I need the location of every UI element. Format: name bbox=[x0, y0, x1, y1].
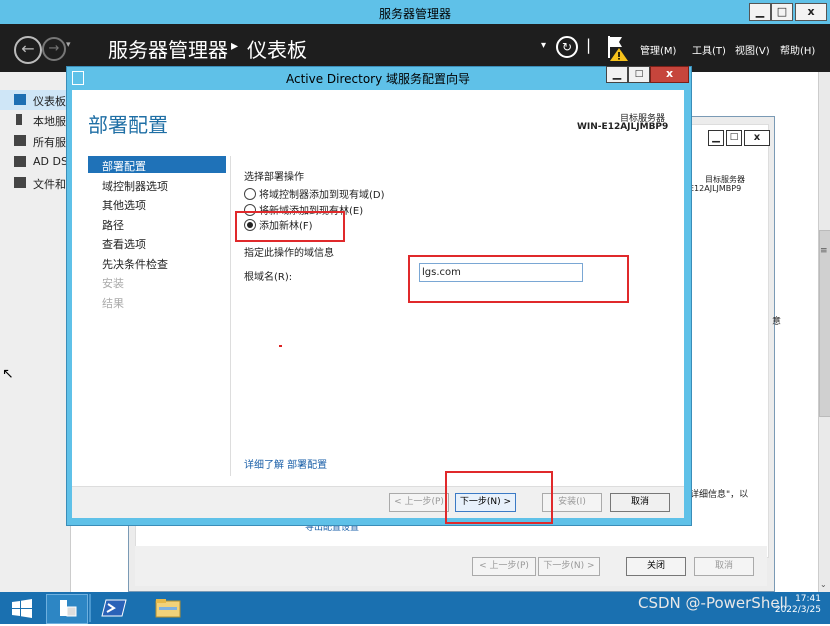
server-icon bbox=[16, 114, 22, 125]
menu-manage[interactable]: 管理(M) bbox=[640, 42, 676, 57]
cancel-button[interactable]: 取消 bbox=[610, 493, 670, 512]
taskbar-divider bbox=[89, 594, 91, 622]
tray-clock[interactable]: 17:41 2022/3/25 bbox=[761, 594, 821, 616]
sidebar-item-local-server[interactable]: 本地服务器 bbox=[0, 110, 88, 130]
bg-close-button[interactable]: x bbox=[744, 130, 770, 146]
mouse-cursor-icon: ↖ bbox=[2, 366, 14, 382]
bg-target-server-name: E12AJLJMBP9 bbox=[689, 184, 742, 193]
more-info-link[interactable]: 详细了解 部署配置 bbox=[244, 456, 327, 471]
bg-detail-text: 详细信息"，以 bbox=[690, 490, 749, 500]
step-deployment-config[interactable]: 部署配置 bbox=[102, 158, 146, 174]
breadcrumb-root: 服务器管理器 bbox=[108, 38, 228, 62]
server-manager-title: 服务器管理器 bbox=[378, 7, 451, 21]
highlight-box-root-domain bbox=[408, 255, 629, 303]
menu-help[interactable]: 帮助(H) bbox=[780, 42, 815, 57]
header-divider: | bbox=[586, 36, 592, 54]
radio-label[interactable]: 将域控制器添加到现有域(D) bbox=[259, 186, 385, 201]
notification-flag-icon[interactable] bbox=[604, 34, 630, 62]
bg-partial-text: 意 bbox=[772, 317, 782, 327]
file-storage-icon bbox=[14, 177, 26, 188]
step-paths[interactable]: 路径 bbox=[102, 217, 124, 233]
ad-ds-icon bbox=[14, 156, 26, 167]
highlight-box-next-button bbox=[445, 471, 553, 524]
clock-time: 17:41 bbox=[795, 594, 821, 604]
wizard-body bbox=[72, 90, 684, 517]
folder-icon bbox=[155, 599, 181, 618]
minimize-button[interactable]: ▁ bbox=[749, 3, 771, 21]
sidebar-item-label: 仪表板 bbox=[33, 95, 66, 108]
scrollbar-grip-icon: ≡ bbox=[820, 246, 828, 256]
prev-button[interactable]: < 上一步(P) bbox=[389, 493, 449, 512]
powershell-icon bbox=[101, 599, 127, 617]
refresh-dropdown-icon[interactable]: ▾ bbox=[541, 40, 546, 51]
root-domain-label: 根域名(R): bbox=[244, 272, 293, 283]
wizard-maximize-button[interactable]: □ bbox=[628, 66, 650, 83]
domain-info-label: 指定此操作的域信息 bbox=[244, 248, 334, 259]
forward-arrow-icon[interactable]: → bbox=[42, 37, 66, 61]
sidebar-item-file-storage[interactable]: 文件和存储服务 bbox=[0, 173, 110, 193]
dashboard-icon bbox=[14, 94, 26, 105]
bg-maximize-button[interactable]: □ bbox=[726, 130, 742, 146]
back-arrow-icon[interactable]: ← bbox=[14, 36, 42, 64]
step-installation: 安装 bbox=[102, 277, 124, 290]
bg-prev-button[interactable]: < 上一步(P) bbox=[472, 557, 536, 576]
clock-date: 2022/3/25 bbox=[774, 605, 821, 615]
target-server-name: WIN-E12AJLJMBP9 bbox=[577, 122, 669, 132]
wizard-close-button[interactable]: x bbox=[650, 66, 689, 83]
select-operation-label: 选择部署操作 bbox=[244, 172, 304, 183]
step-review-options[interactable]: 查看选项 bbox=[102, 236, 146, 252]
wizard-minimize-button[interactable]: ▁ bbox=[606, 66, 628, 83]
sidebar-item-dashboard[interactable]: 仪表板 bbox=[0, 90, 70, 110]
maximize-button[interactable]: □ bbox=[771, 3, 793, 21]
step-prerequisites[interactable]: 先决条件检查 bbox=[102, 256, 168, 272]
bg-minimize-button[interactable]: ▁ bbox=[708, 130, 724, 146]
sidebar-item-ad-ds[interactable]: AD DS bbox=[0, 152, 70, 172]
nav-history-dropdown-icon[interactable]: ▾ bbox=[66, 40, 71, 50]
scroll-down-icon[interactable]: ⌄ bbox=[820, 580, 827, 589]
step-divider bbox=[230, 156, 231, 476]
sidebar-item-all-servers[interactable]: 所有服务器 bbox=[0, 131, 88, 151]
highlight-box-new-forest bbox=[235, 211, 345, 242]
server-manager-icon bbox=[60, 600, 77, 617]
step-results: 结果 bbox=[102, 297, 124, 310]
stray-mark bbox=[279, 345, 282, 347]
bg-close-dialog-button[interactable]: 关闭 bbox=[626, 557, 686, 576]
scrollbar-thumb[interactable] bbox=[819, 230, 830, 417]
menu-tools[interactable]: 工具(T) bbox=[692, 42, 726, 57]
refresh-icon[interactable]: ↻ bbox=[556, 36, 578, 58]
start-windows-icon[interactable] bbox=[6, 597, 38, 621]
breadcrumb-separator: ▸ bbox=[231, 38, 239, 54]
taskbar-server-manager[interactable] bbox=[46, 594, 88, 624]
bg-next-button[interactable]: 下一步(N) > bbox=[538, 557, 600, 576]
bg-cancel-button[interactable]: 取消 bbox=[694, 557, 754, 576]
sidebar-item-label: AD DS bbox=[33, 155, 68, 168]
breadcrumb-current: 仪表板 bbox=[247, 38, 307, 62]
close-button[interactable]: x bbox=[795, 3, 827, 21]
page-title: 部署配置 bbox=[88, 113, 168, 137]
step-additional-options[interactable]: 其他选项 bbox=[102, 197, 146, 213]
menu-view[interactable]: 视图(V) bbox=[735, 42, 770, 57]
step-dc-options[interactable]: 域控制器选项 bbox=[102, 178, 168, 194]
radio-add-dc-existing-domain[interactable] bbox=[244, 188, 256, 200]
taskbar-powershell[interactable] bbox=[96, 594, 136, 622]
wizard-title: Active Directory 域服务配置向导 bbox=[285, 72, 471, 86]
taskbar-file-explorer[interactable] bbox=[148, 594, 188, 622]
servers-icon bbox=[14, 135, 26, 146]
